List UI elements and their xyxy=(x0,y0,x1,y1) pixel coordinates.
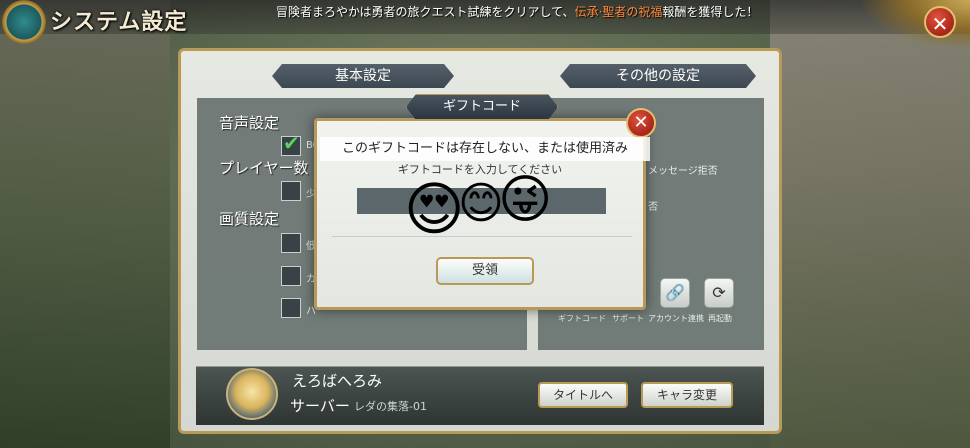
quality-mid-checkbox[interactable] xyxy=(281,266,301,286)
tab-other-settings[interactable]: その他の設定 xyxy=(560,64,756,88)
server-value: レダの集落-01 xyxy=(354,400,427,413)
quality-low-checkbox[interactable] xyxy=(281,233,301,253)
dialog-title: ギフトコード xyxy=(406,94,558,120)
other-option-label: 否 xyxy=(648,202,658,213)
player-count-label: プレイヤー数 xyxy=(219,159,309,177)
player-name: えろばへろみ xyxy=(292,372,383,390)
ticker-text-post: 報酬を獲得した！ xyxy=(662,5,759,19)
news-ticker: 冒険者まろやかは勇者の旅クエスト試練をクリアして、伝承·聖者の祝福報酬を獲得した… xyxy=(276,3,758,20)
smiling-emoji-icon: 😊 xyxy=(458,178,504,229)
background-left xyxy=(0,0,170,448)
server-label: サーバー xyxy=(290,397,350,415)
account-link-caption: アカウント連携 xyxy=(648,314,704,323)
gift-code-prompt: ギフトコードを入力してください xyxy=(397,163,563,176)
page-title: システム設定 xyxy=(50,10,188,35)
message-reject-label: メッセージ拒否 xyxy=(648,166,718,177)
background-right xyxy=(770,0,970,448)
error-toast: このギフトコードは存在しない、または使用済み xyxy=(320,137,650,161)
tab-basic-settings[interactable]: 基本設定 xyxy=(272,64,454,88)
support-caption: サポート xyxy=(612,314,644,323)
settings-emblem-icon xyxy=(2,0,46,44)
ticker-text-pre: 冒険者まろやかは勇者の旅クエスト試練をクリアして、 xyxy=(276,5,575,19)
heart-eyes-emoji-icon: 😍 xyxy=(404,175,465,243)
player-avatar xyxy=(226,368,278,420)
ticker-highlight: 伝承·聖者の祝福 xyxy=(574,5,663,19)
quality-high-checkbox[interactable] xyxy=(281,298,301,318)
winking-tongue-emoji-icon: 😜 xyxy=(498,170,553,230)
audio-settings-label: 音声設定 xyxy=(219,114,280,132)
dialog-close-button[interactable]: ✕ xyxy=(626,108,656,138)
receive-button[interactable]: 受領 xyxy=(436,257,534,285)
restart-button[interactable]: ⟳ xyxy=(704,278,734,308)
bgm-checkbox[interactable] xyxy=(281,131,301,156)
restart-caption: 再起動 xyxy=(708,314,732,323)
close-settings-button[interactable]: ✕ xyxy=(924,6,956,38)
player-count-checkbox[interactable] xyxy=(281,181,301,201)
account-link-button[interactable]: 🔗 xyxy=(660,278,690,308)
restart-icon: ⟳ xyxy=(712,283,726,302)
title-screen-button[interactable]: タイトルへ xyxy=(538,382,628,408)
change-character-button[interactable]: キャラ変更 xyxy=(641,382,733,408)
quality-settings-label: 画質設定 xyxy=(219,210,280,228)
gift-code-caption: ギフトコード xyxy=(558,314,606,323)
dialog-divider xyxy=(332,236,632,237)
link-icon: 🔗 xyxy=(665,283,685,302)
